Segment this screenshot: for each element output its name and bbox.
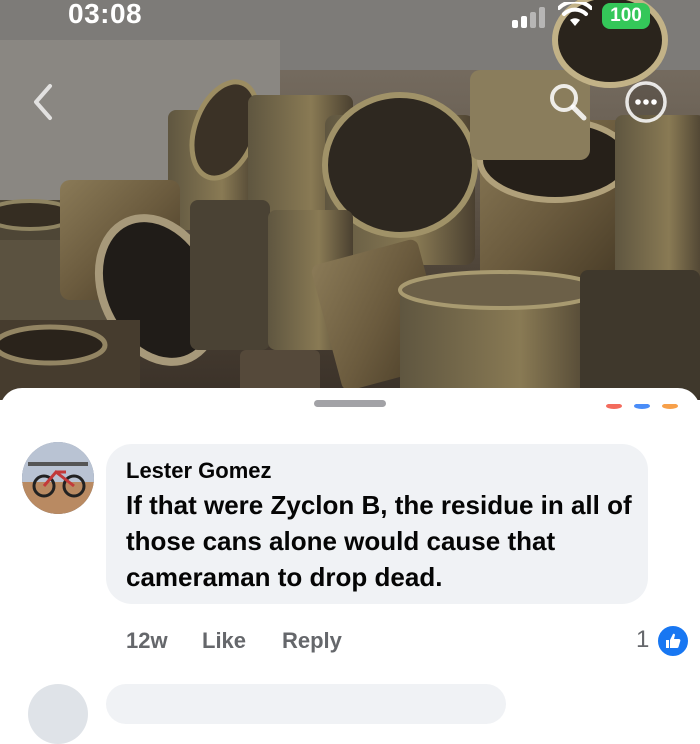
status-time: 03:08: [68, 0, 143, 29]
bicycle-photo-icon: [22, 442, 94, 514]
reaction-count[interactable]: 1: [636, 626, 649, 654]
comment-author[interactable]: Lester Gomez: [126, 458, 272, 484]
comment-age: 12w: [126, 628, 168, 653]
commenter-avatar[interactable]: [22, 442, 94, 514]
more-options-icon[interactable]: [624, 80, 668, 124]
sheet-grabber-handle[interactable]: [314, 400, 386, 407]
battery-indicator: 100: [602, 3, 650, 29]
next-comment-bubble[interactable]: [106, 684, 506, 724]
post-photo: [0, 0, 700, 400]
thumbs-up-icon[interactable]: [656, 624, 690, 658]
back-chevron-icon[interactable]: [28, 82, 58, 122]
next-commenter-avatar[interactable]: [28, 684, 88, 744]
cellular-signal-icon: [512, 6, 548, 28]
battery-level: 100: [610, 5, 642, 26]
reply-button[interactable]: Reply: [282, 628, 342, 654]
reaction-peek-icons: [606, 404, 678, 409]
comment-text: If that were Zyclon B, the residue in al…: [126, 490, 632, 592]
cans-photo-graphic: [0, 0, 700, 400]
wifi-icon: [558, 2, 592, 26]
like-button[interactable]: Like: [202, 628, 246, 654]
search-icon[interactable]: [546, 80, 590, 124]
